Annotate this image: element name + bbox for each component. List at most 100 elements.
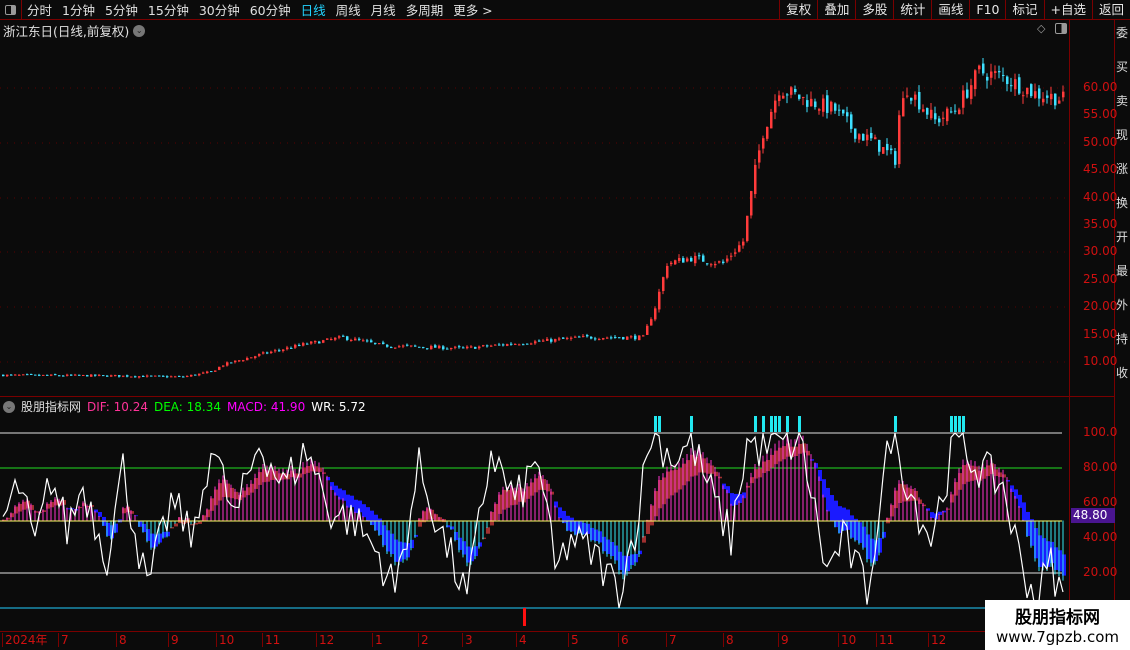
- candle-body: [294, 344, 297, 348]
- chart-canvas[interactable]: [0, 0, 1069, 632]
- candle-body: [594, 338, 597, 340]
- indicator-tick: 40.00: [1083, 530, 1118, 544]
- toolbar-button[interactable]: 返回: [1091, 0, 1130, 20]
- indicator-band: [198, 521, 202, 524]
- indicator-tick: 20.00: [1083, 565, 1118, 579]
- quote-panel-label: 收: [1116, 366, 1129, 380]
- candle-body: [342, 335, 345, 337]
- candle-body: [402, 345, 405, 347]
- indicator-tick: 100.0: [1083, 425, 1118, 439]
- candle-body: [698, 255, 701, 257]
- candle-body: [2, 374, 5, 377]
- candle-body: [966, 89, 969, 98]
- candle-body: [574, 336, 577, 338]
- candle-body: [222, 365, 225, 367]
- candle-body: [42, 374, 45, 376]
- candle-body: [262, 352, 265, 354]
- candle-body: [466, 346, 469, 349]
- candle-body: [690, 257, 693, 262]
- candle-body: [870, 132, 873, 139]
- candle-body: [558, 338, 561, 340]
- time-tick: 2: [418, 633, 429, 647]
- quote-panel-label: 最: [1116, 264, 1129, 278]
- candle-body: [814, 101, 817, 108]
- candle-body: [10, 374, 13, 376]
- candle-body: [74, 374, 77, 376]
- candle-body: [154, 375, 157, 377]
- candle-body: [278, 350, 281, 352]
- quote-panel-label: 委: [1116, 26, 1129, 40]
- candle-body: [794, 88, 797, 93]
- candle-body: [194, 374, 197, 376]
- time-tick: 12: [316, 633, 334, 647]
- candle-body: [54, 374, 57, 376]
- candle-body: [306, 343, 309, 345]
- indicator-band: [174, 523, 178, 527]
- candle-body: [742, 241, 745, 246]
- chevron-down-icon[interactable]: ⌄: [3, 400, 15, 413]
- candle-body: [390, 347, 393, 349]
- dea-label: DEA: 18.34: [153, 399, 222, 414]
- candle-body: [826, 95, 829, 113]
- candle-body: [162, 375, 165, 377]
- candle-body: [914, 94, 917, 100]
- candle-body: [938, 118, 941, 123]
- candle-body: [178, 375, 181, 377]
- candle-body: [514, 343, 517, 345]
- candle-body: [482, 345, 485, 347]
- candle-body: [338, 336, 341, 338]
- candle-body: [726, 258, 729, 262]
- price-tick: 15.00: [1083, 326, 1118, 341]
- candle-body: [530, 343, 533, 345]
- candle-body: [954, 110, 957, 112]
- indicator-band: [830, 495, 834, 521]
- price-tick: 10.00: [1083, 354, 1118, 368]
- candle-body: [722, 261, 725, 264]
- candle-body: [462, 347, 465, 349]
- candle-body: [538, 340, 541, 342]
- candle-body: [582, 335, 585, 337]
- indicator-band: [1022, 502, 1026, 521]
- candle-body: [102, 375, 105, 377]
- candle-body: [994, 71, 997, 73]
- candle-body: [578, 336, 581, 338]
- candle-body: [522, 344, 525, 346]
- candle-body: [438, 345, 441, 349]
- candle-body: [142, 376, 145, 378]
- candle-body: [382, 342, 385, 344]
- candle-body: [666, 265, 669, 278]
- candle-body: [30, 373, 33, 375]
- candle-body: [598, 338, 601, 340]
- candle-body: [714, 263, 717, 266]
- signal-marker-top: [762, 416, 765, 432]
- candle-body: [614, 336, 617, 338]
- candle-body: [502, 344, 505, 346]
- candle-body: [1030, 84, 1033, 97]
- candle-body: [498, 344, 501, 346]
- candle-body: [230, 362, 233, 364]
- time-tick: 8: [723, 633, 734, 647]
- candle-body: [1022, 95, 1025, 97]
- candle-body: [710, 264, 713, 266]
- candle-body: [478, 346, 481, 349]
- candle-body: [510, 343, 513, 345]
- candle-body: [734, 252, 737, 254]
- candle-body: [350, 339, 353, 341]
- candle-body: [990, 71, 993, 78]
- candle-body: [50, 374, 53, 376]
- candle-body: [38, 374, 41, 376]
- candle-body: [246, 357, 249, 361]
- candle-body: [634, 335, 637, 340]
- candle-body: [450, 348, 453, 350]
- candle-body: [126, 375, 129, 377]
- candle-body: [998, 71, 1001, 73]
- price-tick: 35.00: [1083, 217, 1118, 231]
- candle-body: [18, 374, 21, 376]
- candle-body: [982, 63, 985, 74]
- candle-body: [898, 115, 901, 165]
- watermark-title: 股朋指标网: [1015, 608, 1100, 628]
- candle-body: [542, 340, 545, 342]
- candle-body: [662, 277, 665, 292]
- candle-body: [758, 150, 761, 163]
- candle-body: [850, 114, 853, 129]
